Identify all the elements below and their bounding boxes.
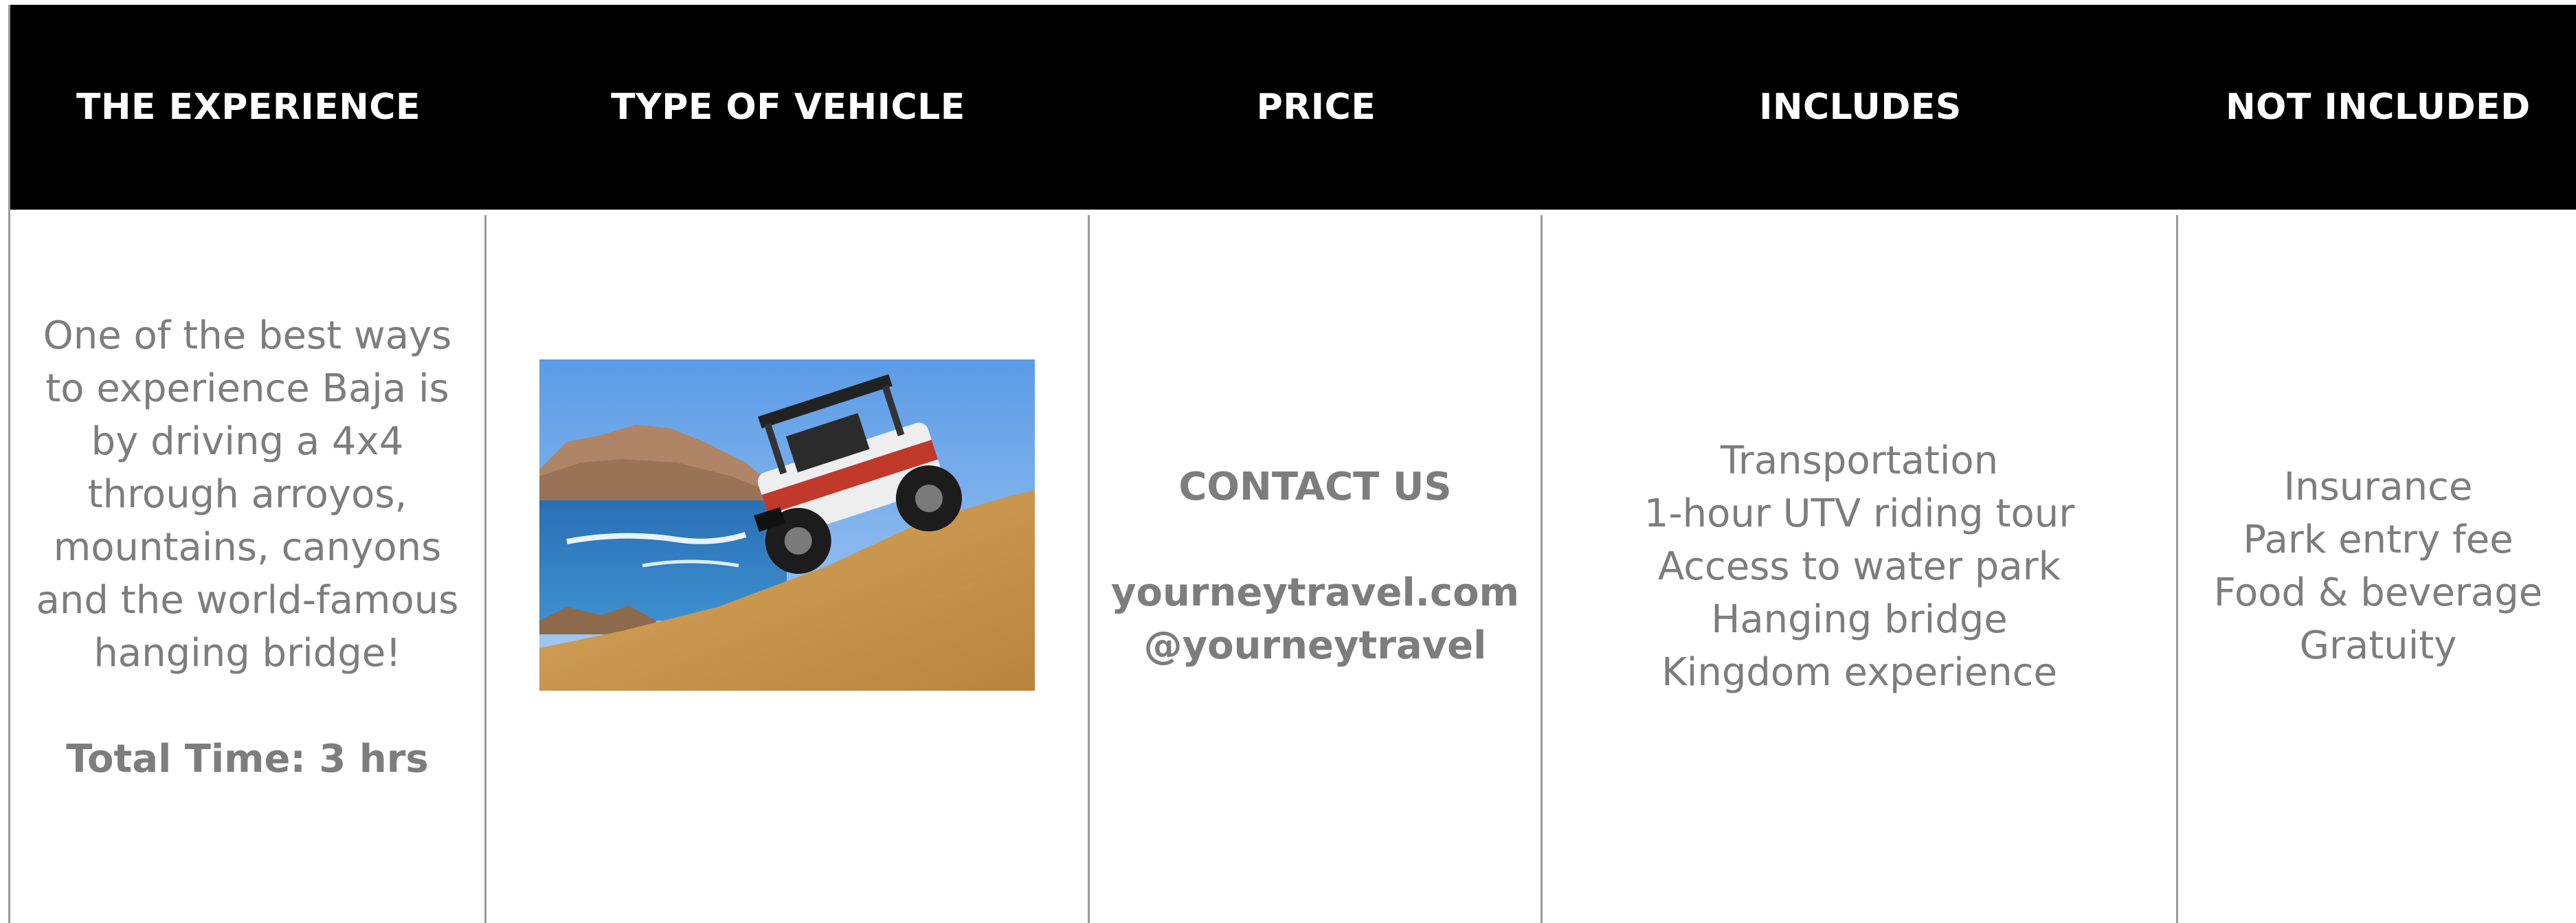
total-time: Total Time: 3 hrs — [66, 737, 429, 781]
not-included-item: Food & beverage — [2213, 570, 2543, 615]
included-item: Kingdom experience — [1661, 649, 2057, 695]
experience-description-line: mountains, canyons — [53, 525, 442, 570]
header-includes: INCLUDES — [1759, 87, 1962, 128]
not-included-item: Park entry fee — [2243, 518, 2513, 562]
contact-us-label: CONTACT US — [1178, 465, 1452, 509]
included-item: 1-hour UTV riding tour — [1644, 491, 2075, 536]
table-header-row: THE EXPERIENCE TYPE OF VEHICLE PRICE INC… — [10, 5, 2576, 210]
price-cell: CONTACT US yourneytravel.com @yourneytra… — [1090, 210, 1541, 923]
header-price: PRICE — [1256, 87, 1376, 128]
experience-description-line: One of the best ways — [43, 313, 452, 358]
experience-description-line: and the world-famous — [36, 578, 459, 623]
includes-cell: Transportation 1-hour UTV riding tour Ac… — [1543, 210, 2176, 923]
table-body-row: One of the best ways to experience Baja … — [10, 210, 2576, 923]
social-handle-text: @yourneytravel — [1143, 623, 1487, 668]
not-included-item: Gratuity — [2299, 623, 2457, 668]
not-included-item: Insurance — [2283, 465, 2473, 509]
experience-description-line: hanging bridge! — [93, 631, 401, 676]
included-item: Access to water park — [1657, 544, 2061, 589]
experience-description-line: by driving a 4x4 — [91, 419, 404, 464]
utv-photo — [539, 359, 1035, 691]
experience-description-line: through arroyos, — [87, 472, 407, 517]
experience-cell: One of the best ways to experience Baja … — [10, 210, 484, 923]
header-type-of-vehicle: TYPE OF VEHICLE — [611, 87, 965, 128]
header-the-experience: THE EXPERIENCE — [76, 87, 421, 128]
included-item: Hanging bridge — [1711, 597, 2008, 642]
website-text: yourneytravel.com — [1111, 570, 1519, 615]
tour-info-page: THE EXPERIENCE TYPE OF VEHICLE PRICE INC… — [0, 0, 2576, 923]
not-included-cell: Insurance Park entry fee Food & beverage… — [2178, 210, 2576, 923]
header-not-included: NOT INCLUDED — [2226, 87, 2531, 128]
included-item: Transportation — [1720, 438, 1999, 483]
tour-info-table: THE EXPERIENCE TYPE OF VEHICLE PRICE INC… — [8, 5, 2576, 923]
experience-description-line: to experience Baja is — [45, 366, 449, 411]
vehicle-cell — [486, 210, 1088, 923]
